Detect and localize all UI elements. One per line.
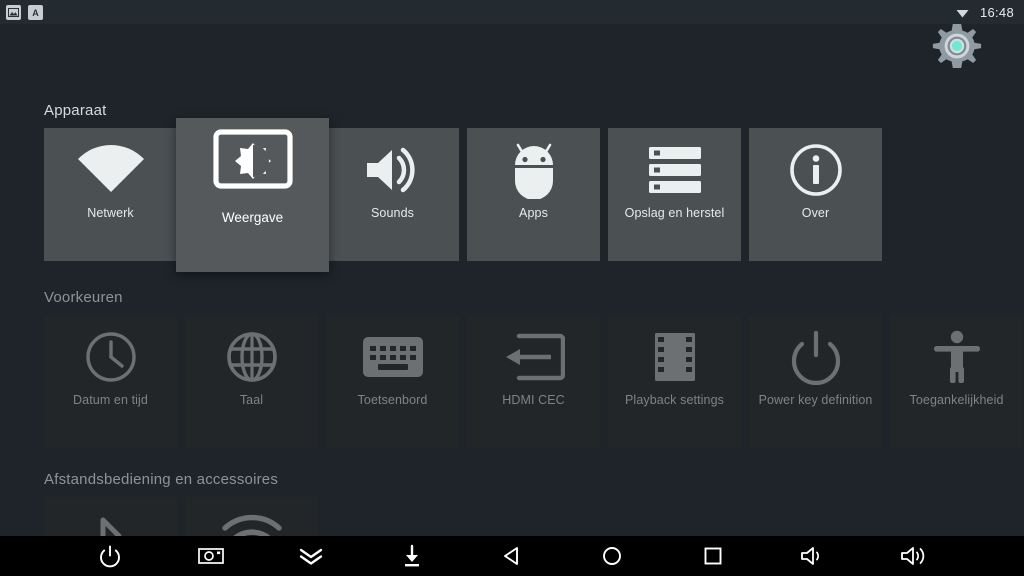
tile-label-playback-settings: Playback settings — [625, 393, 724, 407]
tile-datum-en-tijd[interactable]: Datum en tijd — [44, 315, 177, 448]
android-tv-settings-screen: A 16:48 Apparaat Netwerk Sounds Apps Ops… — [0, 0, 1024, 576]
tile-label-power-key-definition: Power key definition — [758, 393, 873, 407]
tile-taal[interactable]: Taal — [185, 315, 318, 448]
tile-sounds[interactable]: Sounds — [326, 128, 459, 261]
keyboard-icon — [326, 315, 459, 393]
screenshot-button[interactable] — [188, 539, 234, 573]
tile-apps[interactable]: Apps — [467, 128, 600, 261]
volume-down-button[interactable] — [790, 539, 836, 573]
image-icon — [6, 4, 21, 20]
tile-strip-voorkeuren: Datum en tijd Taal Toetsenbord HDMI CEC … — [44, 315, 1023, 448]
tile-opslag-en-herstel[interactable]: Opslag en herstel — [608, 128, 741, 261]
tile-label-hdmi-cec: HDMI CEC — [502, 393, 565, 407]
home-button[interactable] — [589, 539, 635, 573]
display-brightness-icon — [212, 118, 293, 210]
tile-label-apps: Apps — [519, 206, 548, 220]
download-button[interactable] — [389, 539, 435, 573]
wifi-triangle-icon — [955, 5, 970, 20]
android-robot-icon — [467, 128, 600, 206]
volume-up-button[interactable] — [891, 539, 937, 573]
speaker-icon — [326, 128, 459, 206]
tile-label-toegankelijkheid: Toegankelijkheid — [909, 393, 1004, 407]
navigation-bar — [0, 536, 1024, 576]
status-clock: 16:48 — [979, 4, 1014, 20]
tile-toegankelijkheid[interactable]: Toegankelijkheid — [890, 315, 1023, 448]
collapse-button[interactable] — [288, 539, 334, 573]
film-strip-icon — [608, 315, 741, 393]
power-button[interactable] — [87, 539, 133, 573]
tile-weergave[interactable]: Weergave — [176, 118, 329, 272]
tile-netwerk[interactable]: Netwerk — [44, 128, 177, 261]
info-icon — [749, 128, 882, 206]
tile-label-over: Over — [801, 206, 830, 220]
tile-hdmi-cec[interactable]: HDMI CEC — [467, 315, 600, 448]
tile-label-netwerk: Netwerk — [87, 206, 134, 220]
settings-gear-icon[interactable] — [928, 20, 986, 78]
tile-label-datum-en-tijd: Datum en tijd — [73, 393, 148, 407]
clock-icon — [44, 315, 177, 393]
globe-icon — [185, 315, 318, 393]
status-bar-left-icons: A — [6, 4, 43, 20]
power-icon — [749, 315, 882, 393]
tile-label-taal: Taal — [239, 393, 264, 407]
storage-icon — [608, 128, 741, 206]
section-title-voorkeuren: Voorkeuren — [44, 289, 123, 306]
tile-label-sounds: Sounds — [371, 206, 414, 220]
status-bar-right: 16:48 — [955, 5, 1014, 20]
wifi-icon — [44, 128, 177, 206]
tile-over[interactable]: Over — [749, 128, 882, 261]
letter-a-icon: A — [28, 4, 43, 20]
status-bar: A 16:48 — [0, 0, 1024, 24]
back-button[interactable] — [489, 539, 535, 573]
svg-text:A: A — [32, 8, 39, 18]
accessibility-icon — [890, 315, 1023, 393]
input-arrow-icon — [467, 315, 600, 393]
tile-label-weergave: Weergave — [221, 210, 284, 225]
tile-power-key-definition[interactable]: Power key definition — [749, 315, 882, 448]
section-title-afstandsbediening: Afstandsbediening en accessoires — [44, 471, 279, 488]
tile-strip-apparaat: Netwerk Sounds Apps Opslag en herstel Ov… — [44, 128, 882, 261]
tile-label-toetsenbord: Toetsenbord — [357, 393, 428, 407]
tile-toetsenbord[interactable]: Toetsenbord — [326, 315, 459, 448]
recents-button[interactable] — [690, 539, 736, 573]
settings-content: Apparaat Netwerk Sounds Apps Opslag en h… — [0, 24, 1024, 576]
section-title-apparaat: Apparaat — [44, 102, 107, 119]
tile-label-opslag-en-herstel: Opslag en herstel — [624, 206, 725, 220]
tile-playback-settings[interactable]: Playback settings — [608, 315, 741, 448]
